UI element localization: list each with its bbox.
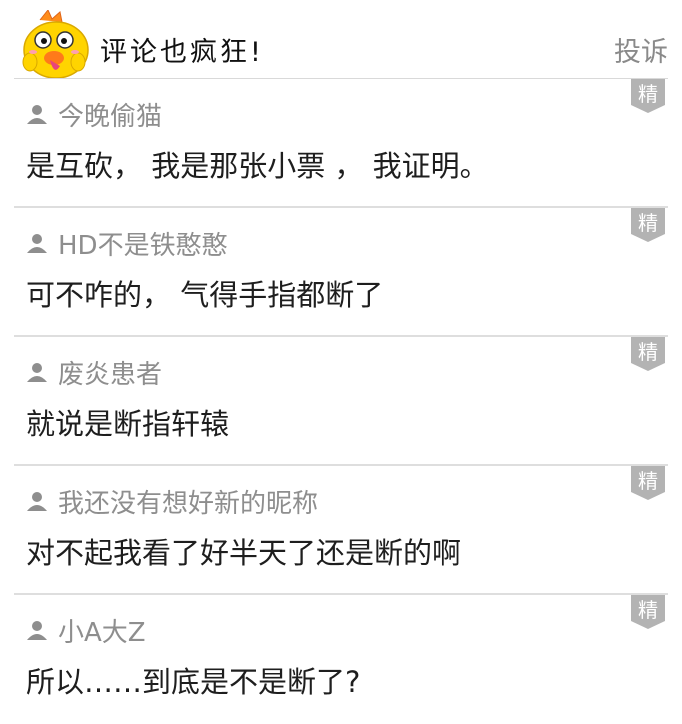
comment-text: 是互砍， 我是那张小票 ， 我证明。: [26, 149, 489, 183]
comment-text: 可不咋的， 气得手指都断了: [26, 278, 384, 312]
comment-item: 精 我还没有想好新的昵称 对不起我看了好半天了还是断的啊: [0, 466, 682, 595]
comment-username[interactable]: 废炎患者: [58, 354, 162, 391]
mascot-icon: [22, 10, 89, 79]
comment-item: 精 废炎患者 就说是断指轩辕: [0, 337, 682, 466]
comment-username[interactable]: HD不是铁憨憨: [58, 225, 228, 262]
featured-badge: 精: [631, 466, 665, 500]
comment-username[interactable]: 今晚偷猫: [58, 96, 162, 133]
user-icon: [27, 621, 47, 640]
featured-badge: 精: [631, 595, 665, 629]
comment-username[interactable]: 小A大Z: [58, 612, 146, 649]
header: 评论也疯狂! 投诉: [0, 0, 682, 80]
featured-badge: 精: [631, 337, 665, 371]
report-button[interactable]: 投诉: [614, 30, 668, 69]
user-icon: [27, 492, 47, 511]
comment-list: 精 今晚偷猫 是互砍， 我是那张小票 ， 我证明。 精 HD不是铁憨憨 可不咋的…: [0, 79, 682, 724]
comment-username[interactable]: 我还没有想好新的昵称: [58, 483, 318, 520]
comment-item: 精 小A大Z 所以……到底是不是断了?: [0, 595, 682, 724]
user-icon: [27, 234, 47, 253]
comment-text: 对不起我看了好半天了还是断的啊: [26, 536, 462, 570]
comment-text: 就说是断指轩辕: [26, 407, 230, 441]
user-icon: [27, 363, 47, 382]
comment-item: 精 今晚偷猫 是互砍， 我是那张小票 ， 我证明。: [0, 79, 682, 208]
page-title: 评论也疯狂!: [100, 37, 264, 68]
comment-text: 所以……到底是不是断了?: [26, 665, 361, 699]
comment-item: 精 HD不是铁憨憨 可不咋的， 气得手指都断了: [0, 208, 682, 337]
featured-badge: 精: [631, 79, 665, 113]
user-icon: [27, 105, 47, 124]
featured-badge: 精: [631, 208, 665, 242]
